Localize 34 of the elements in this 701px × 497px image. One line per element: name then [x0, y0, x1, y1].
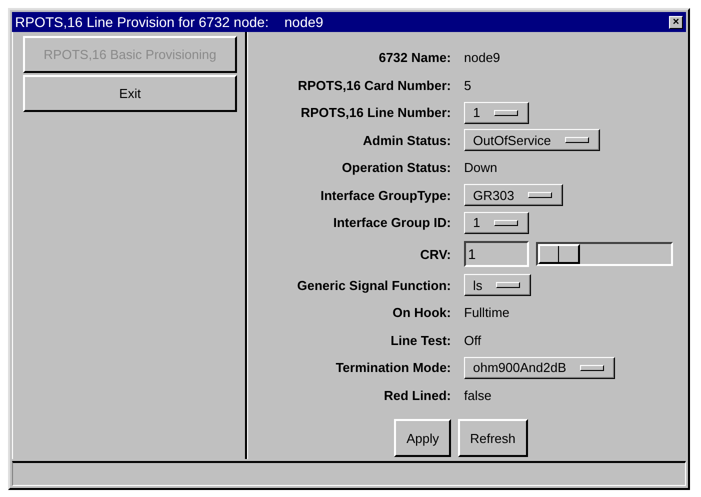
- field-label: Interface Group ID:: [332, 215, 451, 230]
- dropdown[interactable]: ls: [464, 274, 532, 296]
- node-name: node9: [283, 14, 324, 30]
- sidebar-button[interactable]: Exit: [23, 75, 237, 112]
- field-label: RPOTS,16 Line Number:: [300, 105, 451, 120]
- dropdown[interactable]: ohm900And2dB: [464, 356, 616, 379]
- field-label: CRV:: [419, 246, 451, 262]
- field-value: node9: [464, 50, 500, 66]
- field-label: Operation Status:: [340, 160, 451, 176]
- apply-button[interactable]: Apply: [394, 419, 451, 457]
- refresh-button[interactable]: Refresh: [458, 419, 528, 457]
- field-label: Generic Signal Function:: [296, 278, 451, 293]
- field-label: Termination Mode:: [334, 360, 451, 376]
- field-label: Line Test:: [390, 332, 451, 348]
- close-button[interactable]: ×: [669, 16, 683, 28]
- dropdown[interactable]: GR303: [464, 184, 564, 206]
- field-label: Red Lined:: [382, 388, 451, 403]
- field-value: false: [464, 388, 492, 403]
- field-value: 5: [464, 78, 472, 93]
- dropdown[interactable]: 1: [464, 102, 530, 124]
- field-label: Interface GroupType:: [319, 188, 451, 203]
- field-value: Fulltime: [464, 305, 510, 320]
- window-title: RPOTS,16 Line Provision for 6732 node:: [15, 14, 269, 30]
- slider-thumb[interactable]: [538, 244, 580, 264]
- dropdown[interactable]: 1: [464, 212, 530, 234]
- field-value: Down: [464, 160, 498, 176]
- field-label: RPOTS,16 Card Number:: [296, 78, 451, 93]
- input-field[interactable]: 1: [464, 241, 529, 267]
- slider[interactable]: [536, 242, 673, 266]
- field-label: 6732 Name:: [378, 50, 451, 66]
- field-label: Admin Status:: [362, 132, 451, 148]
- field-label: On Hook:: [392, 305, 451, 320]
- dropdown[interactable]: OutOfService: [464, 129, 600, 152]
- field-value: Off: [464, 332, 482, 348]
